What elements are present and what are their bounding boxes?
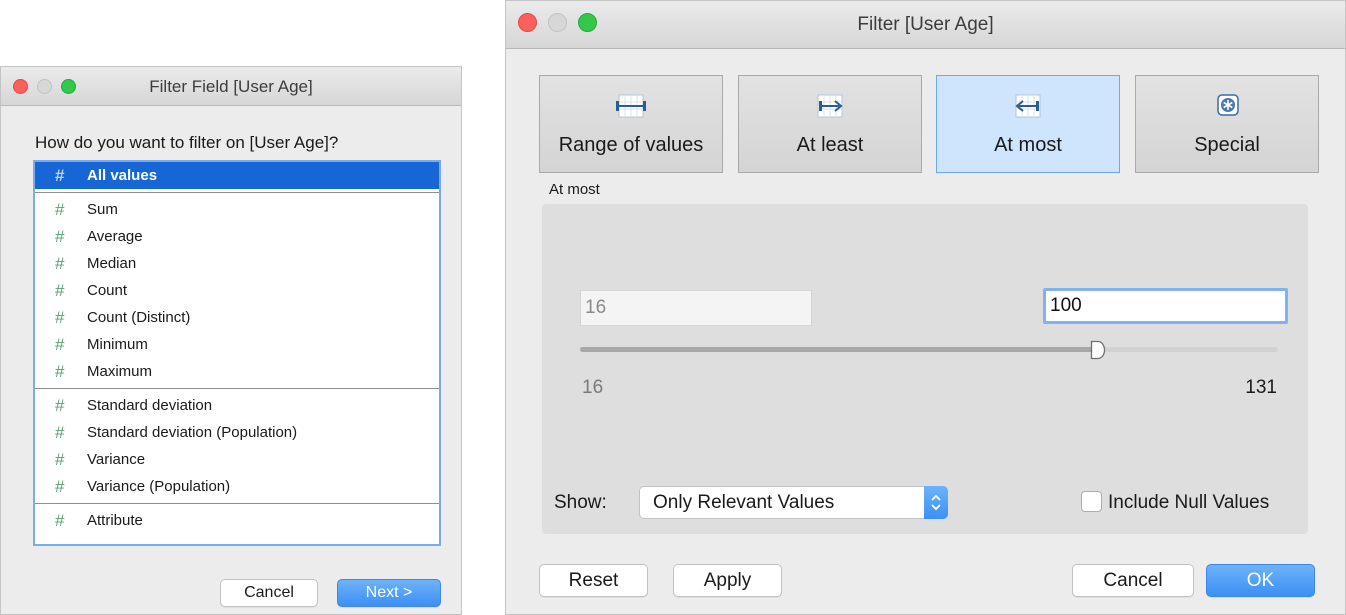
list-item-all-values[interactable]: # All values (35, 162, 439, 189)
number-field-icon: # (55, 511, 65, 530)
list-item[interactable]: # Average (35, 223, 439, 250)
filter-question: How do you want to filter on [User Age]? (35, 133, 339, 152)
list-separator (35, 503, 439, 504)
reset-button[interactable]: Reset (539, 564, 648, 597)
list-item-label: Variance (87, 451, 146, 468)
slider-track-filled[interactable] (580, 347, 1096, 352)
slider-track[interactable] (1096, 347, 1278, 352)
range-max-label: 131 (1245, 377, 1277, 398)
cancel-button[interactable]: Cancel (1072, 564, 1194, 597)
number-field-icon: # (55, 362, 65, 381)
range-icon (614, 92, 648, 125)
filter-dialog: Filter [User Age] Range of values At lea… (505, 0, 1346, 615)
list-item[interactable]: # Median (35, 250, 439, 277)
max-value-field[interactable] (1043, 288, 1288, 324)
list-item[interactable]: # Standard deviation (35, 392, 439, 419)
tab-at-most[interactable]: At most (936, 75, 1120, 173)
list-item[interactable]: # Standard deviation (Population) (35, 419, 439, 446)
number-field-icon: # (55, 335, 65, 354)
include-null-label: Include Null Values (1108, 492, 1270, 513)
updown-chevron-icon[interactable] (924, 486, 948, 519)
list-item-label: Standard deviation (87, 397, 213, 414)
list-item[interactable]: # Sum (35, 196, 439, 223)
select-value: Only Relevant Values (653, 492, 835, 513)
list-item-label: Average (87, 228, 143, 245)
list-item-label: Minimum (87, 336, 148, 353)
tab-range-of-values[interactable]: Range of values (539, 75, 723, 173)
list-item-label: Sum (87, 201, 118, 218)
tab-label: At least (796, 134, 864, 156)
number-field-icon: # (55, 477, 65, 496)
list-item-label: All values (87, 167, 158, 184)
special-icon (1210, 92, 1244, 125)
show-label: Show: (554, 492, 607, 513)
number-field-icon: # (55, 308, 65, 327)
show-values-select[interactable]: Only Relevant Values (639, 486, 948, 519)
list-item[interactable]: # Count (35, 277, 439, 304)
right-dialog-title: Filter [User Age] (857, 14, 994, 35)
filter-field-dialog: Filter Field [User Age] How do you want … (0, 66, 462, 615)
aggregation-list[interactable]: # All values # Sum # Average # Median # Count # C… (33, 160, 441, 546)
number-field-icon: # (55, 281, 65, 300)
number-field-icon: # (55, 200, 65, 219)
list-separator (35, 388, 439, 389)
list-item[interactable]: # Attribute (35, 507, 439, 534)
number-field-icon: # (55, 423, 65, 442)
number-field-icon: # (55, 396, 65, 415)
next-button[interactable]: Next > (337, 579, 441, 607)
number-field-icon: # (55, 254, 65, 273)
list-item-label: Count (87, 282, 128, 299)
list-item-label: Maximum (87, 363, 153, 380)
number-field-icon: # (55, 227, 65, 246)
right-title-bar[interactable]: Filter [User Age] (506, 1, 1345, 49)
min-value-field[interactable] (580, 290, 812, 326)
list-item-label: Count (Distinct) (87, 309, 191, 326)
list-item-label: Attribute (87, 512, 143, 529)
cancel-button[interactable]: Cancel (220, 579, 318, 607)
list-item-label: Median (87, 255, 137, 272)
number-field-icon: # (55, 450, 65, 469)
left-dialog-title: Filter Field [User Age] (149, 77, 313, 96)
tab-label: Range of values (558, 134, 704, 156)
tab-special[interactable]: Special (1135, 75, 1319, 173)
include-null-checkbox[interactable] (1081, 491, 1102, 512)
slider-handle[interactable] (1090, 340, 1106, 365)
apply-button[interactable]: Apply (673, 564, 782, 597)
list-separator (35, 192, 439, 193)
list-item[interactable]: # Minimum (35, 331, 439, 358)
at-least-icon (813, 92, 847, 125)
list-item-label: Variance (Population) (87, 478, 231, 495)
tab-label: Special (1194, 134, 1260, 156)
range-panel (542, 204, 1308, 534)
list-item-label: Standard deviation (Population) (87, 424, 298, 441)
tab-at-least[interactable]: At least (738, 75, 922, 173)
tab-label: At most (994, 134, 1062, 156)
left-title-bar[interactable]: Filter Field [User Age] (1, 67, 461, 106)
range-min-label: 16 (582, 377, 604, 398)
ok-button[interactable]: OK (1206, 564, 1315, 597)
list-item[interactable]: # Count (Distinct) (35, 304, 439, 331)
at-most-icon (1011, 92, 1045, 125)
number-field-icon: # (55, 166, 65, 185)
section-label: At most (549, 181, 600, 198)
list-item[interactable]: # Maximum (35, 358, 439, 385)
list-item[interactable]: # Variance (35, 446, 439, 473)
list-item[interactable]: # Variance (Population) (35, 473, 439, 500)
